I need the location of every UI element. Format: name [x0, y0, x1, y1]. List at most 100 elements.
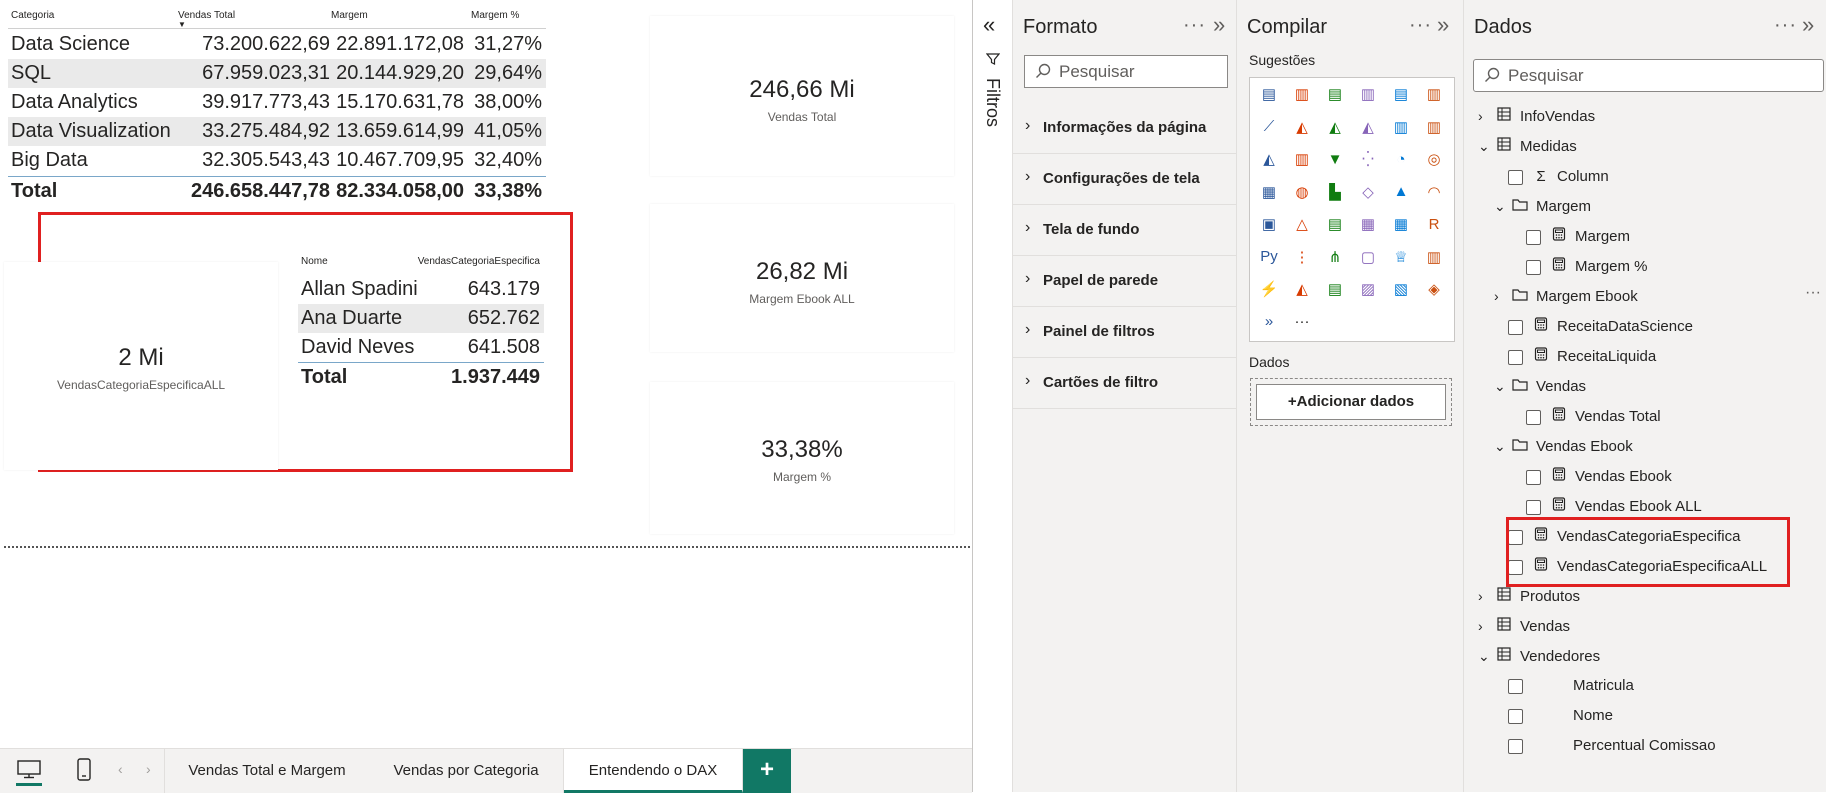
- tree-item-nome[interactable]: Nome: [1508, 701, 1613, 731]
- chevron-down-icon[interactable]: ⌄: [1478, 641, 1496, 671]
- column-header[interactable]: Vendas Total: [178, 10, 235, 21]
- checkbox[interactable]: [1508, 708, 1523, 724]
- more-visuals-icon[interactable]: ···: [1290, 310, 1314, 334]
- tree-item-receitaliquida[interactable]: ReceitaLiquida: [1508, 341, 1656, 371]
- collapse-chevron-icon[interactable]: »: [1213, 12, 1225, 38]
- funnel-icon[interactable]: ▼: [1323, 147, 1347, 171]
- table-row[interactable]: Ana Duarte 652.762: [298, 304, 544, 333]
- area-chart-icon[interactable]: ◭: [1290, 115, 1314, 139]
- line-column-icon[interactable]: ▥: [1422, 115, 1446, 139]
- table-visual-icon[interactable]: ▦: [1356, 212, 1380, 236]
- tree-item-matricula[interactable]: Matricula: [1508, 671, 1634, 701]
- tree-item-vendedores[interactable]: ⌄ Vendedores: [1478, 641, 1600, 671]
- section-cartoes-filtro[interactable]: › Cartões de filtro: [1013, 358, 1237, 409]
- tab-vendas-por-categoria[interactable]: Vendas por Categoria: [369, 749, 564, 793]
- expand-chevron-icon[interactable]: «: [983, 12, 995, 38]
- format-search-input[interactable]: Pesquisar: [1024, 55, 1228, 88]
- key-influencers-icon[interactable]: ⋮: [1290, 245, 1314, 269]
- paginated-icon[interactable]: ▥: [1422, 245, 1446, 269]
- chevron-right-icon[interactable]: ›: [1478, 101, 1496, 131]
- tree-item-percentual-comissao[interactable]: Percentual Comissao: [1508, 731, 1716, 761]
- trophy-icon[interactable]: ♕: [1389, 245, 1413, 269]
- column-header[interactable]: Margem: [331, 10, 368, 21]
- table-row[interactable]: SQL 67.959.023,31 20.144.929,20 29,64%: [8, 59, 546, 88]
- card-icon[interactable]: ▣: [1257, 212, 1281, 236]
- tree-item-margem[interactable]: Margem: [1526, 221, 1630, 251]
- column-header[interactable]: VendasCategoriaEspecifica: [418, 256, 540, 267]
- more-options-icon[interactable]: ···: [1409, 14, 1432, 37]
- checkbox[interactable]: [1508, 319, 1523, 335]
- chevron-right-icon[interactable]: ›: [1478, 611, 1496, 641]
- checkbox[interactable]: [1526, 409, 1541, 425]
- table-row[interactable]: Big Data 32.305.543,43 10.467.709,95 32,…: [8, 146, 546, 175]
- qa-icon[interactable]: ▢: [1356, 245, 1380, 269]
- table-row[interactable]: Data Science 73.200.622,69 22.891.172,08…: [8, 30, 546, 59]
- tab-vendas-total-margem[interactable]: Vendas Total e Margem: [164, 749, 370, 793]
- stacked-bar-icon[interactable]: ▤: [1323, 82, 1347, 106]
- app-icon[interactable]: ◈: [1422, 277, 1446, 301]
- card-visual-margem-ebook-all[interactable]: 26,82 Mi Margem Ebook ALL: [650, 204, 954, 352]
- table-row[interactable]: David Neves 641.508: [298, 333, 544, 362]
- more-options-icon[interactable]: ···: [1805, 284, 1821, 302]
- scatter-icon[interactable]: ⁛: [1356, 147, 1380, 171]
- section-configuracoes-tela[interactable]: › Configurações de tela: [1013, 154, 1237, 205]
- checkbox[interactable]: [1526, 499, 1541, 515]
- chevron-right-icon[interactable]: ›: [1494, 281, 1512, 311]
- checkbox[interactable]: [1526, 259, 1541, 275]
- desktop-icon[interactable]: [16, 759, 42, 786]
- chevron-down-icon[interactable]: ⌄: [1494, 191, 1512, 221]
- section-tela-fundo[interactable]: › Tela de fundo: [1013, 205, 1237, 256]
- report-canvas[interactable]: Categoria Vendas Total ▼ Margem Margem %…: [0, 0, 972, 748]
- custom-visual-icon[interactable]: ▧: [1389, 277, 1413, 301]
- power-automate-icon[interactable]: ◭: [1290, 277, 1314, 301]
- pie-chart-icon[interactable]: ◔: [1389, 147, 1413, 171]
- add-data-button[interactable]: +Adicionar dados: [1250, 378, 1452, 426]
- card-visual-vendas-total[interactable]: 246,66 Mi Vendas Total: [650, 16, 954, 176]
- checkbox[interactable]: [1508, 738, 1523, 754]
- column-header[interactable]: Margem %: [471, 10, 519, 21]
- tree-item-column[interactable]: Σ Column: [1508, 161, 1609, 191]
- waterfall-icon[interactable]: ▥: [1389, 115, 1413, 139]
- section-papel-parede[interactable]: › Papel de parede: [1013, 256, 1237, 307]
- stacked-column-icon[interactable]: ▥: [1356, 82, 1380, 106]
- collapse-chevron-icon[interactable]: »: [1802, 12, 1814, 38]
- r-visual-icon[interactable]: R: [1422, 212, 1446, 236]
- line-clustered-icon[interactable]: ◭: [1257, 147, 1281, 171]
- tree-item-receitadatascience[interactable]: ReceitaDataScience: [1508, 311, 1693, 341]
- chevron-right-icon[interactable]: ›: [146, 761, 151, 777]
- column-header[interactable]: Categoria: [11, 10, 54, 21]
- chevron-down-icon[interactable]: ⌄: [1494, 431, 1512, 461]
- ribbon-chart-icon[interactable]: ◭: [1356, 115, 1380, 139]
- tree-item-vendas[interactable]: › Vendas: [1478, 611, 1570, 641]
- filled-map-icon[interactable]: ▙: [1323, 180, 1347, 204]
- line-chart-icon[interactable]: ⟋: [1257, 115, 1281, 139]
- stacked-area-icon[interactable]: ◭: [1323, 115, 1347, 139]
- table-row[interactable]: Data Visualization 33.275.484,92 13.659.…: [8, 117, 546, 146]
- tree-item-vendas[interactable]: ⌄ Vendas: [1494, 371, 1586, 401]
- slicer-icon[interactable]: ▤: [1323, 212, 1347, 236]
- decomposition-tree-icon[interactable]: ⋔: [1323, 245, 1347, 269]
- donut-chart-icon[interactable]: ◎: [1422, 147, 1446, 171]
- tree-item-vendas-ebook[interactable]: ⌄ Vendas Ebook: [1494, 431, 1633, 461]
- ribbon-column-icon[interactable]: ▥: [1422, 82, 1446, 106]
- shape-map-icon[interactable]: ◇: [1356, 180, 1380, 204]
- chevron-left-icon[interactable]: ‹: [118, 761, 123, 777]
- tree-item-margem[interactable]: ⌄ Margem: [1494, 191, 1591, 221]
- tree-item-margem[interactable]: Margem %: [1526, 251, 1648, 281]
- chevron-right-icon[interactable]: ›: [1478, 581, 1496, 611]
- tree-item-vendas-total[interactable]: Vendas Total: [1526, 401, 1661, 431]
- filters-pane-collapsed[interactable]: « Filtros: [972, 0, 1013, 792]
- combo-chart-icon[interactable]: ▥: [1290, 147, 1314, 171]
- clustered-bar-icon[interactable]: ▤: [1389, 82, 1413, 106]
- tree-item-infovendas[interactable]: › InfoVendas: [1478, 101, 1595, 131]
- image-icon[interactable]: ▨: [1356, 277, 1380, 301]
- checkbox[interactable]: [1508, 678, 1523, 694]
- card-visual-margem-pct[interactable]: 33,38% Margem %: [650, 382, 954, 534]
- add-data-button-inner[interactable]: +Adicionar dados: [1256, 384, 1446, 420]
- checkbox[interactable]: [1508, 169, 1523, 185]
- matrix-icon[interactable]: ▦: [1389, 212, 1413, 236]
- add-page-button[interactable]: +: [743, 749, 791, 793]
- treemap-icon[interactable]: ▦: [1257, 180, 1281, 204]
- more-options-icon[interactable]: ···: [1774, 14, 1797, 37]
- tree-item-margem-ebook[interactable]: › Margem Ebook: [1494, 281, 1638, 311]
